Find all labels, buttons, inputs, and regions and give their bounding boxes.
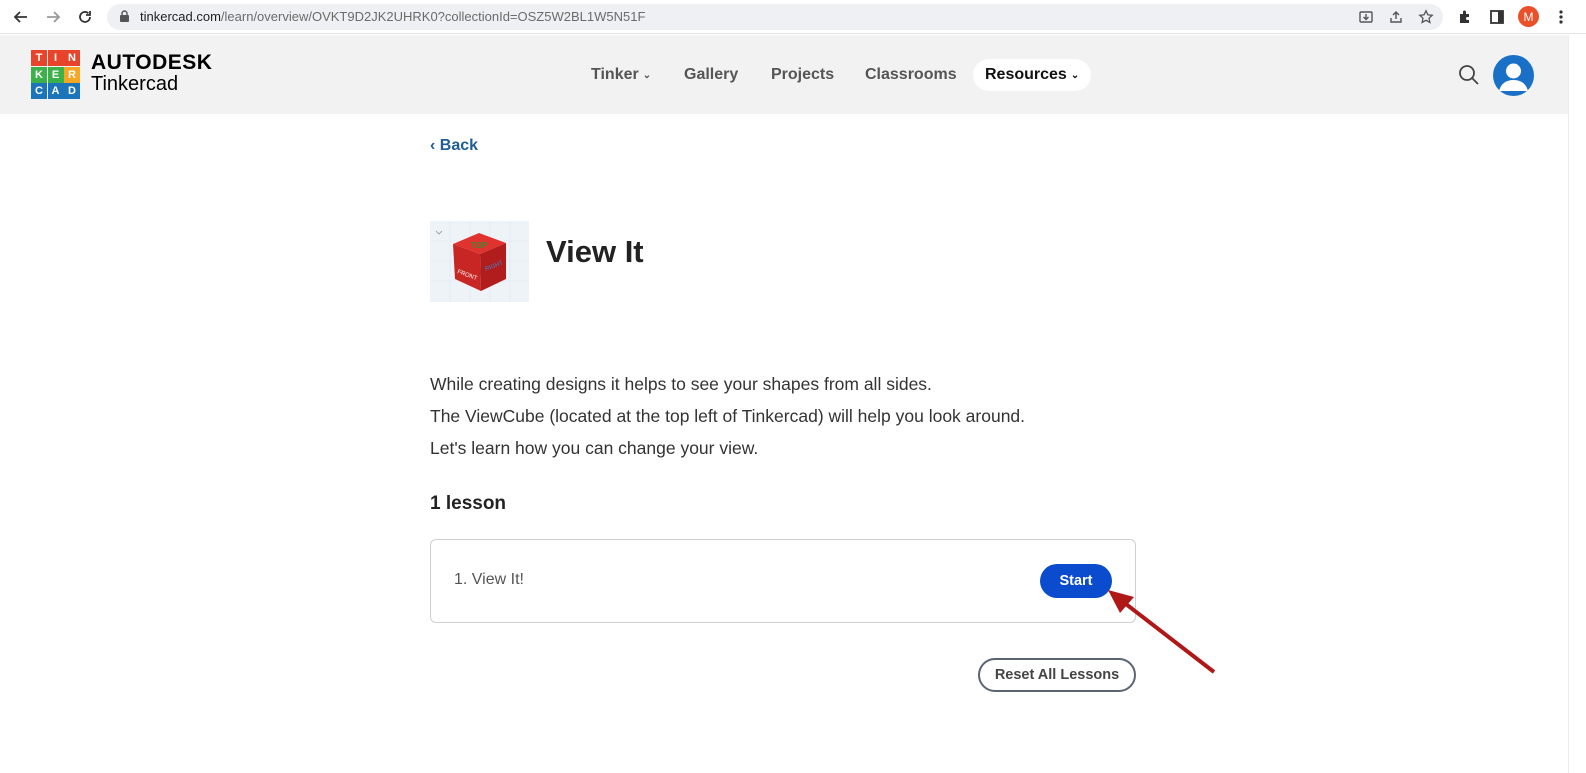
lesson-description: While creating designs it helps to see y… [430, 368, 1025, 464]
kebab-menu-icon[interactable] [1554, 6, 1568, 28]
reload-icon[interactable] [73, 5, 97, 29]
url-path: /learn/overview/OVKT9D2JK2UHRK0?collecti… [220, 9, 646, 24]
user-avatar-icon[interactable] [1493, 55, 1534, 96]
nav-projects[interactable]: Projects [771, 59, 834, 91]
svg-text:TOP: TOP [471, 241, 488, 250]
nav-projects-label: Projects [771, 66, 835, 83]
url-text[interactable]: tinkercad.com/learn/overview/OVKT9D2JK2U… [140, 9, 645, 24]
chevron-down-icon: ⌄ [642, 69, 652, 81]
address-bar[interactable]: tinkercad.com/learn/overview/OVKT9D2JK2U… [107, 4, 1443, 30]
lesson-name: 1. View It! [454, 571, 524, 588]
install-icon[interactable] [1357, 8, 1375, 26]
url-domain: tinkercad.com [140, 9, 221, 24]
chevron-down-icon: ⌄ [1070, 69, 1080, 81]
nav-classrooms-label: Classrooms [865, 66, 957, 83]
description-line-2: The ViewCube (located at the top left of… [430, 406, 1026, 426]
search-icon[interactable] [1458, 64, 1480, 91]
description-line-1: While creating designs it helps to see y… [430, 374, 932, 394]
lesson-count: 1 lesson [430, 493, 507, 514]
page-scrollbar[interactable] [1568, 35, 1586, 773]
forward-arrow-icon[interactable] [41, 5, 65, 29]
annotation-arrow-icon [1108, 590, 1216, 674]
nav-gallery-label: Gallery [684, 66, 739, 83]
site-header: TINKERCAD AUTODESK Tinkercad Tinker ⌄ Gal… [0, 35, 1568, 114]
star-icon[interactable] [1417, 8, 1435, 26]
lock-icon[interactable] [119, 10, 130, 28]
profile-avatar[interactable]: M [1518, 6, 1539, 27]
nav-tinker[interactable]: Tinker ⌄ [591, 59, 651, 91]
side-panel-icon[interactable] [1486, 6, 1508, 28]
nav-resources-label: Resources [985, 66, 1067, 83]
nav-tinker-label: Tinker [591, 66, 639, 83]
lesson-card: 1. View It! Start [430, 539, 1136, 623]
description-line-3: Let's learn how you can change your view… [430, 438, 759, 458]
back-link[interactable]: ‹ Back [430, 137, 478, 155]
extensions-icon[interactable] [1454, 6, 1476, 28]
main-nav: Tinker ⌄ Gallery Projects Classrooms Reso… [0, 59, 1568, 91]
lesson-thumbnail: TOP FRONT RIGHT [430, 221, 529, 302]
nav-classrooms[interactable]: Classrooms [865, 59, 957, 91]
page-title: View It [546, 234, 644, 269]
nav-resources[interactable]: Resources ⌄ [973, 59, 1092, 91]
back-arrow-icon[interactable] [9, 5, 33, 29]
browser-toolbar: tinkercad.com/learn/overview/OVKT9D2JK2U… [0, 0, 1586, 34]
view-cube-image: TOP FRONT RIGHT [430, 221, 529, 302]
nav-gallery[interactable]: Gallery [684, 59, 738, 91]
share-icon[interactable] [1387, 8, 1405, 26]
